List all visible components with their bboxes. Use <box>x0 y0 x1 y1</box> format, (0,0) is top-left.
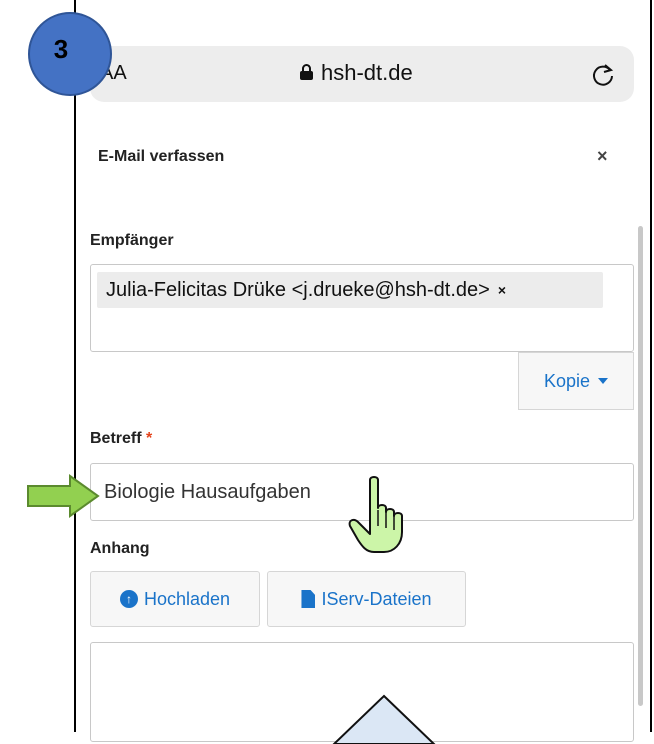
caret-down-icon <box>598 378 609 384</box>
lock-icon <box>300 64 313 80</box>
step-number: 3 <box>53 33 69 64</box>
triangle-pointer-icon <box>332 694 436 744</box>
cc-button[interactable]: Kopie <box>518 352 634 410</box>
url-display[interactable]: hsh-dt.de <box>300 60 413 86</box>
recipient-tag: Julia-Felicitas Drüke <j.drueke@hsh-dt.d… <box>97 272 603 308</box>
subject-label: Betreff * <box>90 430 152 448</box>
required-mark: * <box>146 430 153 447</box>
upload-button[interactable]: ↑ Hochladen <box>90 571 260 627</box>
modal-title: E-Mail verfassen <box>98 148 225 165</box>
close-icon[interactable]: × <box>597 146 608 167</box>
recipients-label: Empfänger <box>90 232 174 249</box>
scrollbar[interactable] <box>638 226 643 706</box>
iserv-files-button[interactable]: IServ-Dateien <box>267 571 466 627</box>
upload-circle-icon: ↑ <box>119 590 138 608</box>
iserv-files-label: IServ-Dateien <box>321 588 432 609</box>
upload-button-label: Hochladen <box>143 588 231 609</box>
reload-icon[interactable] <box>590 62 616 88</box>
cc-button-label: Kopie <box>543 370 591 391</box>
url-text: hsh-dt.de <box>321 60 413 85</box>
subject-label-text: Betreff <box>90 430 142 447</box>
step-badge: 3 <box>28 12 112 96</box>
attachment-label: Anhang <box>90 540 150 557</box>
hand-cursor-icon <box>348 476 403 553</box>
file-icon <box>301 590 316 608</box>
green-arrow-icon <box>27 474 100 518</box>
remove-recipient-icon[interactable]: × <box>498 282 506 298</box>
recipient-text: Julia-Felicitas Drüke <j.drueke@hsh-dt.d… <box>106 278 490 301</box>
